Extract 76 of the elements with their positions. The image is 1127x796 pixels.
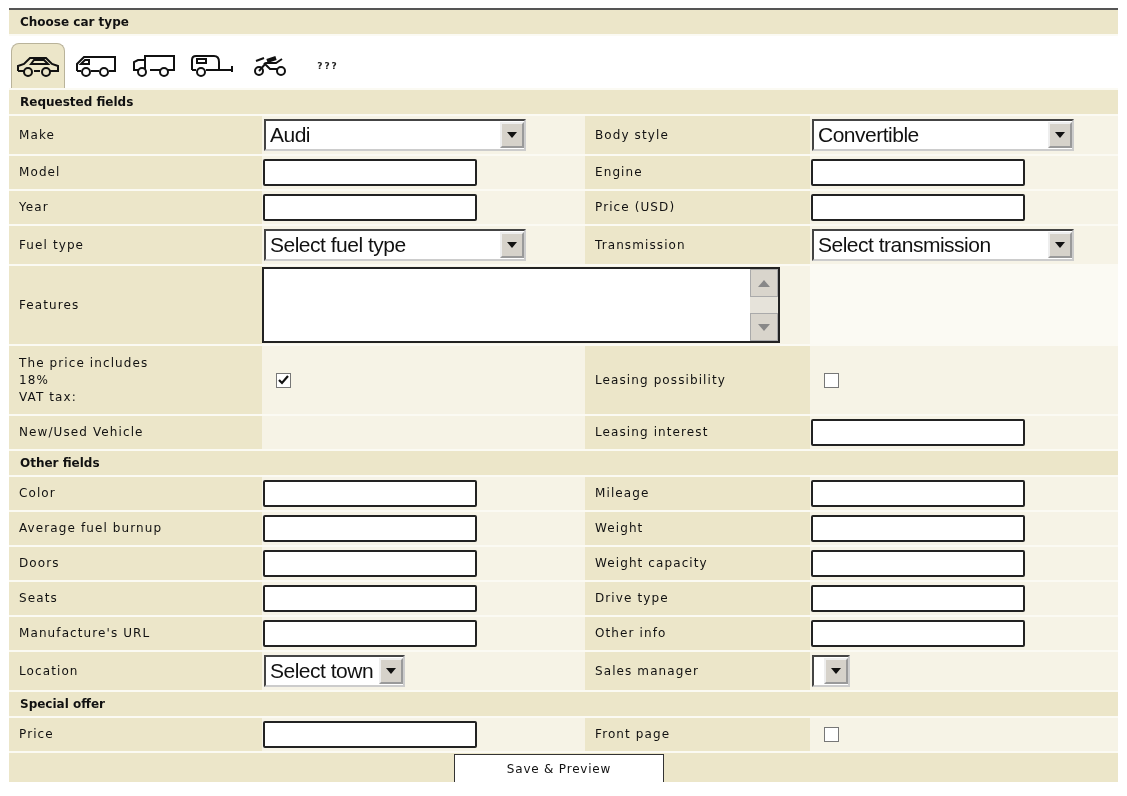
dropdown-select[interactable] [812,655,850,687]
text-input-field[interactable] [811,480,1025,507]
other-type-label: ??? [317,61,339,71]
truck-icon [132,54,176,78]
field-label: New/Used Vehicle [9,416,262,449]
dropdown-arrow-icon [1055,242,1065,248]
field-label: Features [9,266,262,344]
text-input-field[interactable] [263,515,477,542]
field-label: Weight capacity [585,547,810,580]
field-label: Engine [585,156,810,189]
section-header: Choose car type [9,10,1118,34]
text-input-field[interactable] [811,194,1025,221]
field-label: The price includes 18% VAT tax: [9,346,262,414]
caravan-icon [190,54,234,78]
field-label: Location [9,652,262,690]
text-input-field[interactable] [263,620,477,647]
text-input-field[interactable] [811,515,1025,542]
field-label: Sales manager [585,652,810,690]
field-label: Seats [9,582,262,615]
field-label: Average fuel burnup [9,512,262,545]
field-label: Body style [585,116,810,154]
textarea-field[interactable] [262,267,780,343]
dropdown-arrow-icon [507,242,517,248]
checkbox[interactable] [276,372,291,388]
dropdown-select[interactable]: Select town [264,655,406,687]
text-input-field[interactable] [263,480,477,507]
text-input-field[interactable] [811,620,1025,647]
dropdown-select[interactable]: Select transmission [812,229,1074,261]
save-preview-button[interactable]: Save & Preview [454,754,664,782]
field-label: Make [9,116,262,154]
dropdown-select[interactable]: Convertible [812,119,1074,151]
car-icon [16,54,60,78]
checkbox[interactable] [824,727,839,742]
field-label: Transmission [585,226,810,264]
dropdown-arrow-icon [507,132,517,138]
field-label: Model [9,156,262,189]
vehicle-type-tab[interactable]: ??? [301,43,355,88]
field-label: Mileage [585,477,810,510]
text-input-field[interactable] [263,194,477,221]
dropdown-arrow-icon [386,668,397,674]
field-label: Other info [585,617,810,650]
dropdown-arrow-icon [1055,132,1065,138]
text-input-field[interactable] [811,419,1025,446]
scrollbar[interactable] [750,269,778,341]
text-input-field[interactable] [811,585,1025,612]
field-label: Price (USD) [585,191,810,224]
checkbox[interactable] [824,372,839,388]
van-icon [75,54,117,78]
field-label: Fuel type [9,226,262,264]
field-label: Front page [585,718,810,751]
field-label: Year [9,191,262,224]
dropdown-select[interactable]: Audi [264,119,526,151]
checkmark-icon [278,375,289,385]
text-input-field[interactable] [811,159,1025,186]
text-input-field[interactable] [263,159,477,186]
motorbike-icon [252,54,288,78]
section-header: Special offer [9,692,1118,716]
section-header: Other fields [9,451,1118,475]
dropdown-arrow-icon [831,668,841,674]
vehicle-type-tab[interactable] [11,43,65,88]
field-label: Weight [585,512,810,545]
field-label: Price [9,718,262,751]
text-input-field[interactable] [811,550,1025,577]
field-label: Leasing possibility [585,346,810,414]
field-label: Doors [9,547,262,580]
section-header: Requested fields [9,90,1118,114]
scroll-down-icon [758,323,770,331]
text-input-field[interactable] [263,721,477,748]
dropdown-select[interactable]: Select fuel type [264,229,526,261]
field-label: Drive type [585,582,810,615]
scroll-up-icon [758,279,770,287]
field-label: Manufacture's URL [9,617,262,650]
field-label: Color [9,477,262,510]
text-input-field[interactable] [263,550,477,577]
field-label: Leasing interest [585,416,810,449]
text-input-field[interactable] [263,585,477,612]
